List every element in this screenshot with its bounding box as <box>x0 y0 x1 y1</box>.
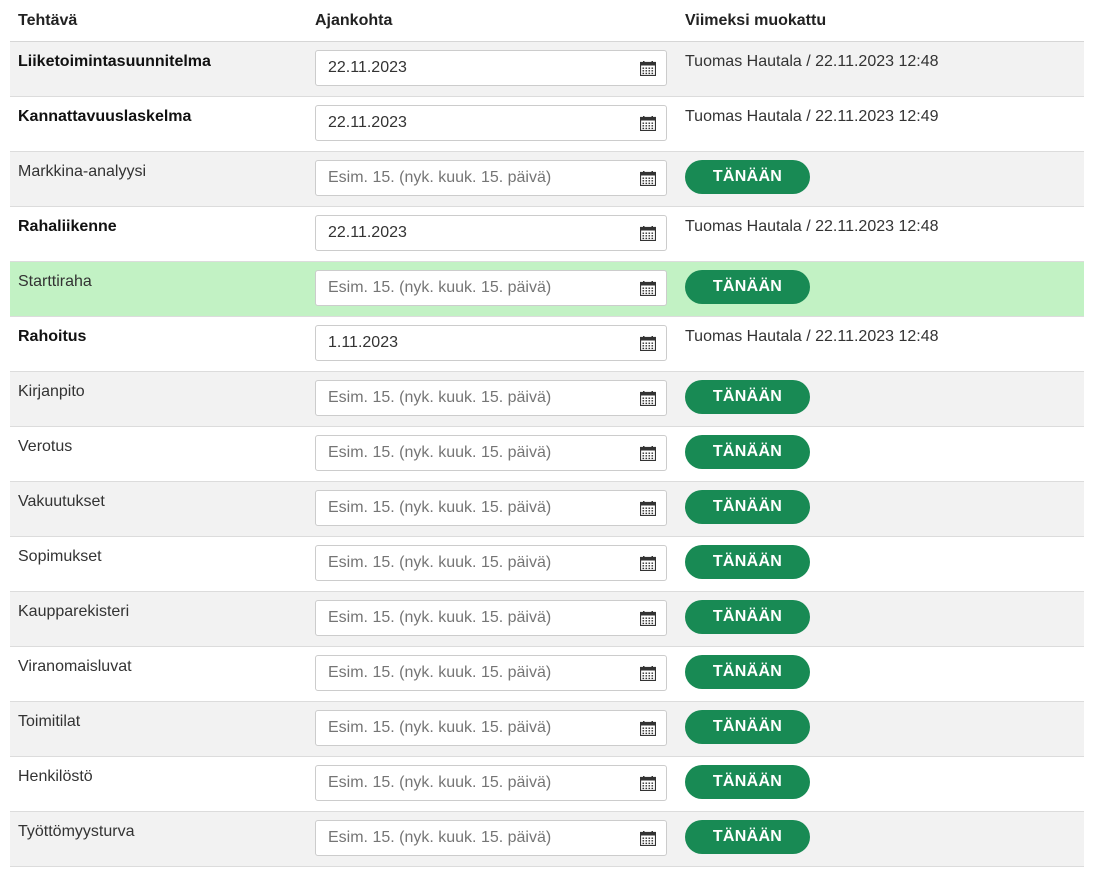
task-name: Toimitilat <box>18 713 81 730</box>
calendar-icon[interactable] <box>639 61 657 77</box>
task-name: Starttiraha <box>18 273 92 290</box>
table-row: Kirjanpito TÄNÄÄN <box>10 372 1084 427</box>
date-input[interactable] <box>315 600 667 636</box>
today-button[interactable]: TÄNÄÄN <box>685 270 810 304</box>
task-name: Henkilöstö <box>18 768 93 785</box>
task-name: Verotus <box>18 438 73 455</box>
table-body: Liiketoimintasuunnitelma Tuomas Hautala /… <box>10 42 1084 867</box>
today-button[interactable]: TÄNÄÄN <box>685 600 810 634</box>
date-input[interactable] <box>315 710 667 746</box>
table-row: Starttiraha TÄNÄÄN <box>10 262 1084 317</box>
table-row: Toimitilat TÄNÄÄN <box>10 702 1084 757</box>
table-row: Rahoitus Tuomas Hautala / 22.11.2023 12:4… <box>10 317 1084 372</box>
calendar-icon[interactable] <box>639 391 657 407</box>
task-name: Rahoitus <box>18 328 87 345</box>
date-input[interactable] <box>315 490 667 526</box>
date-input[interactable] <box>315 820 667 856</box>
today-button[interactable]: TÄNÄÄN <box>685 820 810 854</box>
date-input[interactable] <box>315 270 667 306</box>
table-row: Vakuutukset TÄNÄÄN <box>10 482 1084 537</box>
table-row: Markkina-analyysi TÄNÄÄN <box>10 152 1084 207</box>
header-date: Ajankohta <box>315 11 393 29</box>
table-row: Kaupparekisteri TÄNÄÄN <box>10 592 1084 647</box>
header-task: Tehtävä <box>18 11 78 29</box>
date-input[interactable] <box>315 160 667 196</box>
task-name: Kannattavuuslaskelma <box>18 108 192 125</box>
calendar-icon[interactable] <box>639 831 657 847</box>
header-modified: Viimeksi muokattu <box>685 11 827 29</box>
calendar-icon[interactable] <box>639 171 657 187</box>
today-button[interactable]: TÄNÄÄN <box>685 545 810 579</box>
calendar-icon[interactable] <box>639 666 657 682</box>
last-modified: Tuomas Hautala / 22.11.2023 12:48 <box>685 218 939 235</box>
date-input[interactable] <box>315 105 667 141</box>
task-name: Kaupparekisteri <box>18 603 130 620</box>
calendar-icon[interactable] <box>639 226 657 242</box>
task-name: Vakuutukset <box>18 493 105 510</box>
task-name: Sopimukset <box>18 548 102 565</box>
task-table: Tehtävä Ajankohta Viimeksi muokattu Liik… <box>10 0 1084 867</box>
calendar-icon[interactable] <box>639 611 657 627</box>
calendar-icon[interactable] <box>639 116 657 132</box>
last-modified: Tuomas Hautala / 22.11.2023 12:49 <box>685 108 939 125</box>
task-name: Kirjanpito <box>18 383 85 400</box>
today-button[interactable]: TÄNÄÄN <box>685 435 810 469</box>
table-row: Sopimukset TÄNÄÄN <box>10 537 1084 592</box>
today-button[interactable]: TÄNÄÄN <box>685 710 810 744</box>
table-header: Tehtävä Ajankohta Viimeksi muokattu <box>10 0 1084 42</box>
calendar-icon[interactable] <box>639 336 657 352</box>
date-input[interactable] <box>315 325 667 361</box>
today-button[interactable]: TÄNÄÄN <box>685 380 810 414</box>
task-name: Rahaliikenne <box>18 218 117 235</box>
date-input[interactable] <box>315 380 667 416</box>
table-row: Liiketoimintasuunnitelma Tuomas Hautala /… <box>10 42 1084 97</box>
table-row: Verotus TÄNÄÄN <box>10 427 1084 482</box>
date-input[interactable] <box>315 765 667 801</box>
task-name: Viranomaisluvat <box>18 658 132 675</box>
date-input[interactable] <box>315 655 667 691</box>
today-button[interactable]: TÄNÄÄN <box>685 765 810 799</box>
calendar-icon[interactable] <box>639 281 657 297</box>
today-button[interactable]: TÄNÄÄN <box>685 160 810 194</box>
table-row: Henkilöstö TÄNÄÄN <box>10 757 1084 812</box>
table-row: Rahaliikenne Tuomas Hautala / 22.11.2023 … <box>10 207 1084 262</box>
table-row: Viranomaisluvat TÄNÄÄN <box>10 647 1084 702</box>
today-button[interactable]: TÄNÄÄN <box>685 655 810 689</box>
task-name: Työttömyysturva <box>18 823 135 840</box>
calendar-icon[interactable] <box>639 721 657 737</box>
task-name: Markkina-analyysi <box>18 163 147 180</box>
task-name: Liiketoimintasuunnitelma <box>18 53 211 70</box>
date-input[interactable] <box>315 435 667 471</box>
date-input[interactable] <box>315 50 667 86</box>
table-row: Työttömyysturva TÄNÄÄN <box>10 812 1084 867</box>
calendar-icon[interactable] <box>639 501 657 517</box>
last-modified: Tuomas Hautala / 22.11.2023 12:48 <box>685 53 939 70</box>
today-button[interactable]: TÄNÄÄN <box>685 490 810 524</box>
date-input[interactable] <box>315 545 667 581</box>
calendar-icon[interactable] <box>639 556 657 572</box>
date-input[interactable] <box>315 215 667 251</box>
table-row: Kannattavuuslaskelma Tuomas Hautala / 22.… <box>10 97 1084 152</box>
calendar-icon[interactable] <box>639 446 657 462</box>
calendar-icon[interactable] <box>639 776 657 792</box>
last-modified: Tuomas Hautala / 22.11.2023 12:48 <box>685 328 939 345</box>
